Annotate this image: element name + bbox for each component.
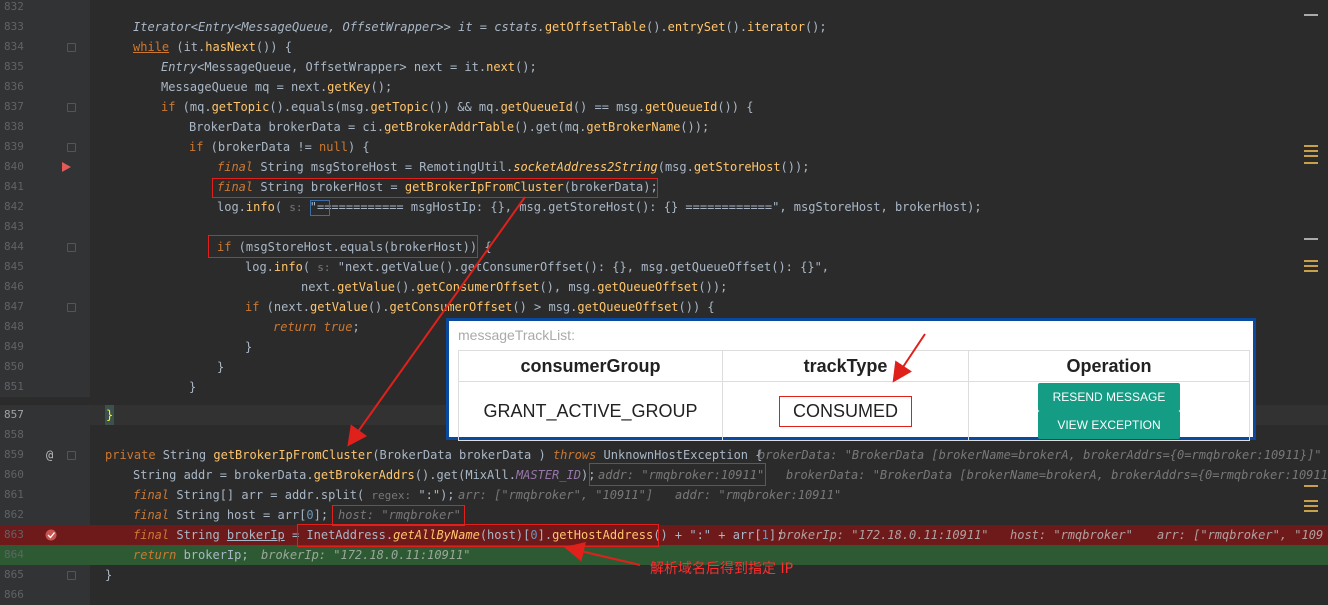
annotation-label: 解析域名后得到指定 IP [650,561,794,577]
arrow-to-method [347,196,526,447]
arrow-to-consumed [892,333,926,383]
code-editor[interactable]: 832 833 Iterator<Entry<MessageQueue, Off… [0,0,1328,605]
annotation-arrows [347,196,926,566]
arrow-to-resolved-ip [564,542,641,566]
